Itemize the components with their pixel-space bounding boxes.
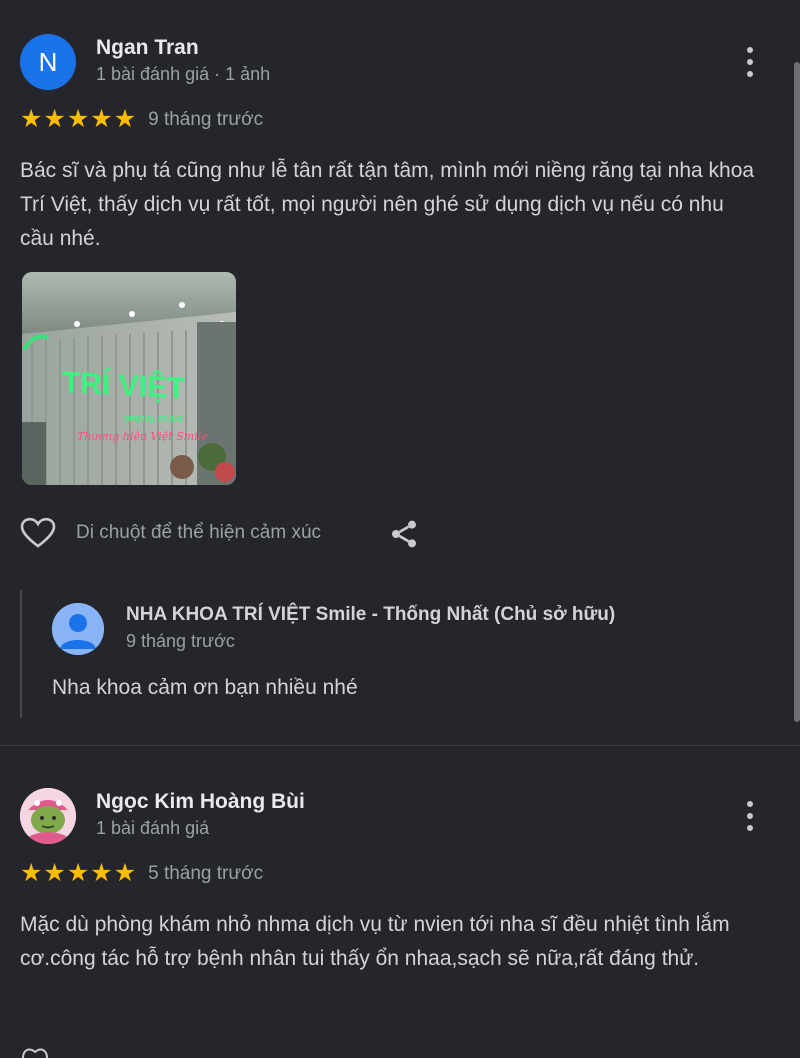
reviewer-avatar[interactable] [20, 788, 76, 844]
review-time: 5 tháng trước [148, 862, 264, 884]
review-text: Mặc dù phòng khám nhỏ nhma dịch vụ từ nv… [20, 913, 730, 970]
owner-name: NHA KHOA TRÍ VIỆT Smile - Thống Nhất (Ch… [126, 604, 616, 625]
reviewer-name[interactable]: Ngọc Kim Hoàng Bùi [96, 790, 305, 814]
more-options-icon[interactable] [744, 801, 756, 831]
rating-row: ★ ★ ★ ★ ★ 5 tháng trước [20, 861, 263, 886]
heart-icon[interactable] [20, 1044, 50, 1058]
owner-reply-text: Nha khoa cảm ơn bạn nhiều nhé [52, 676, 358, 699]
review-photo[interactable]: TRÍ VIỆT DENTAL CLINIC Thương hiệu Việt … [22, 272, 236, 485]
review-divider [0, 745, 800, 746]
svg-text:Thương hiệu Việt Smile: Thương hiệu Việt Smile [77, 430, 208, 443]
reviewer-meta: 1 bài đánh giá · 1 ảnh [96, 64, 271, 84]
star-icon: ★ [113, 859, 137, 887]
review-card: N Ngan Tran 1 bài đánh giá · 1 ảnh ★ ★ ★… [0, 0, 800, 745]
star-rating: ★ ★ ★ ★ ★ [20, 861, 136, 886]
owner-reply-bar [20, 590, 22, 718]
svg-text:DENTAL CLINIC: DENTAL CLINIC [124, 415, 185, 424]
reviewer-meta: 1 bài đánh giá [96, 818, 210, 838]
reaction-row: Di chuột để thể hiện cảm xúc [20, 517, 321, 549]
owner-avatar[interactable] [52, 603, 104, 655]
more-options-icon[interactable] [744, 47, 756, 77]
star-icon: ★ [43, 105, 66, 133]
rating-row: ★ ★ ★ ★ ★ 9 tháng trước [20, 107, 263, 132]
share-icon[interactable] [388, 518, 420, 550]
svg-text:TRÍ VIỆT: TRÍ VIỆT [62, 365, 186, 405]
star-icon: ★ [113, 105, 137, 133]
star-icon: ★ [66, 859, 90, 887]
star-rating: ★ ★ ★ ★ ★ [20, 107, 136, 132]
owner-reply-time: 9 tháng trước [126, 631, 235, 651]
star-icon: ★ [66, 105, 90, 133]
star-icon: ★ [20, 105, 43, 133]
reviewer-avatar[interactable]: N [20, 34, 76, 90]
review-text: Bác sĩ và phụ tá cũng như lễ tân rất tận… [20, 159, 755, 250]
reaction-hint: Di chuột để thể hiện cảm xúc [76, 522, 322, 543]
review-time: 9 tháng trước [148, 108, 264, 130]
star-icon: ★ [90, 859, 113, 887]
heart-icon[interactable] [20, 517, 56, 549]
reviewer-name[interactable]: Ngan Tran [96, 36, 199, 60]
star-icon: ★ [20, 859, 43, 887]
star-icon: ★ [43, 859, 66, 887]
star-icon: ★ [90, 105, 113, 133]
